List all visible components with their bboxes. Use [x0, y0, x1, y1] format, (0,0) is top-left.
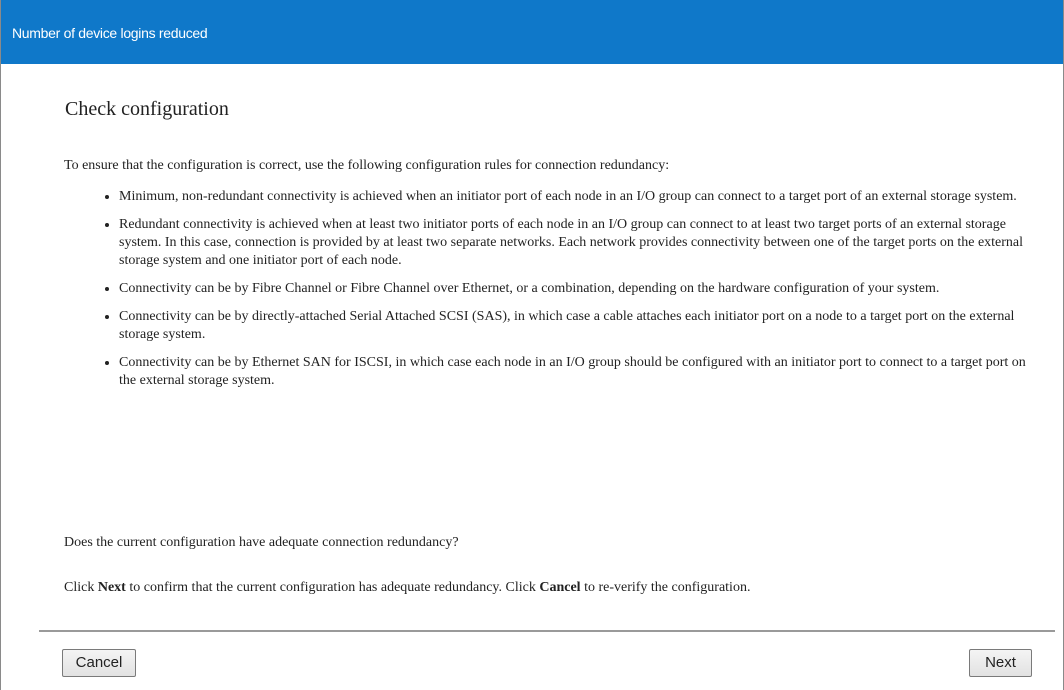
dialog-window: Number of device logins reduced Check co… — [0, 0, 1064, 690]
rule-item-fibre-channel: Connectivity can be by Fibre Channel or … — [119, 280, 1032, 298]
instruction-text: Click Next to confirm that the current c… — [64, 580, 750, 596]
dialog-title-bar: Number of device logins reduced — [1, 0, 1063, 64]
instruction-part-1: Click — [64, 580, 98, 595]
rule-item-redundant: Redundant connectivity is achieved when … — [119, 216, 1032, 270]
rule-item-sas: Connectivity can be by directly-attached… — [119, 308, 1032, 344]
instruction-part-3: to re-verify the configuration. — [580, 580, 751, 595]
question-text: Does the current configuration have adeq… — [64, 535, 459, 550]
intro-text: To ensure that the configuration is corr… — [64, 158, 670, 173]
rule-item-iscsi: Connectivity can be by Ethernet SAN for … — [119, 354, 1032, 390]
instruction-part-2: to confirm that the current configuratio… — [125, 580, 540, 595]
page-heading: Check configuration — [65, 98, 229, 120]
rules-list: Minimum, non-redundant connectivity is a… — [64, 188, 1032, 400]
footer-divider — [39, 630, 1055, 632]
instruction-next-word: Next — [97, 580, 126, 595]
rule-item-minimum: Minimum, non-redundant connectivity is a… — [119, 188, 1032, 206]
next-button[interactable]: Next — [969, 649, 1032, 677]
cancel-button[interactable]: Cancel — [62, 649, 136, 677]
instruction-cancel-word: Cancel — [539, 580, 581, 595]
dialog-title: Number of device logins reduced — [12, 25, 208, 41]
